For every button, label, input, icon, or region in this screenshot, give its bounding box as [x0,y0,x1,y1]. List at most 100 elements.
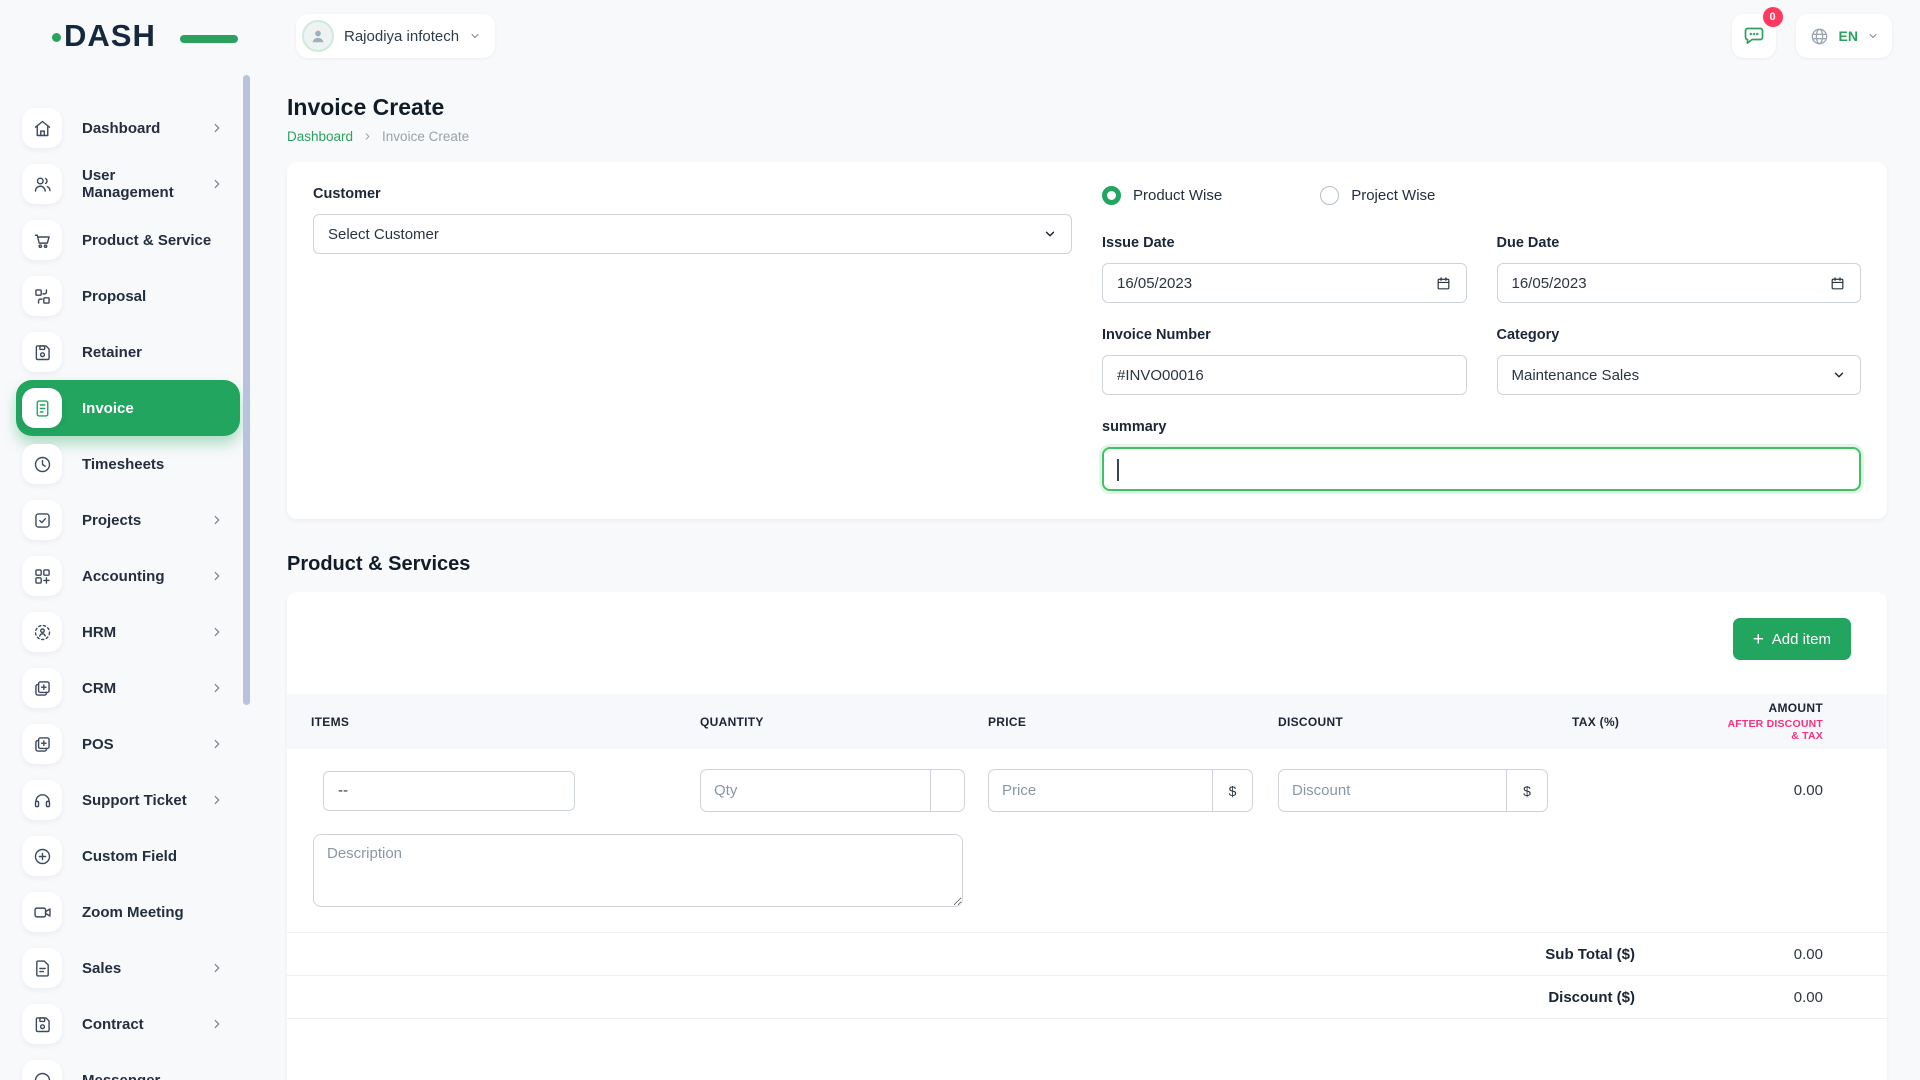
clock-icon [22,444,62,484]
sidebar-item-custom-field[interactable]: Custom Field [16,828,240,884]
header-quantity: QUANTITY [700,715,988,729]
header-discount: DISCOUNT [1278,715,1572,729]
home-icon [22,108,62,148]
chevron-right-icon [210,681,224,695]
category-select[interactable]: Maintenance Sales [1497,355,1862,395]
price-currency-addon: $ [1212,769,1253,812]
sidebar-item-zoom-meeting[interactable]: Zoom Meeting [16,884,240,940]
sidebar-scrollbar[interactable] [243,75,250,705]
add-item-button[interactable]: + Add item [1733,618,1851,660]
chevron-right-icon [210,625,224,639]
customer-column: Customer Select Customer [313,186,1072,491]
brand-name: DASH [64,18,156,54]
workflow-icon [22,276,62,316]
invoice-detail-column: Product Wise Project Wise Issue Date 16/… [1102,186,1861,491]
breadcrumb: Dashboard Invoice Create [287,129,1887,144]
price-input[interactable] [988,769,1212,812]
radio-product-wise[interactable]: Product Wise [1102,186,1222,205]
header-amount: AMOUNT AFTER DISCOUNT & TAX [1722,701,1887,742]
chevron-right-icon [210,177,224,191]
document-icon [22,948,62,988]
radio-project-wise[interactable]: Project Wise [1320,186,1435,205]
page-title: Invoice Create [287,94,1887,121]
quantity-addon [930,769,965,812]
item-row: -- $ $ 0.00 [287,749,1887,834]
sidebar-item-accounting[interactable]: Accounting [16,548,240,604]
cart-icon [22,220,62,260]
sidebar-item-retainer[interactable]: Retainer [16,324,240,380]
chevron-right-icon [210,121,224,135]
sidebar-item-sales[interactable]: Sales [16,940,240,996]
calendar-icon [1829,275,1846,292]
discount-currency-addon: $ [1506,769,1548,812]
company-name: Rajodiya infotech [344,28,459,45]
subtotal-label: Sub Total ($) [1545,946,1635,963]
headphones-icon [22,780,62,820]
top-header: DASH Rajodiya infotech 0 EN [0,0,1920,72]
brand-logo[interactable]: DASH [64,18,196,54]
chat-bubble-icon [1742,24,1766,48]
subtotal-row: Sub Total ($) 0.00 [287,933,1887,976]
floppy-icon [22,332,62,372]
plus-circle-icon [22,836,62,876]
invoice-type-radios: Product Wise Project Wise [1102,186,1861,205]
checkbox-icon [22,500,62,540]
sidebar-item-proposal[interactable]: Proposal [16,268,240,324]
windows-plus-icon [22,668,62,708]
products-section-heading: Product & Services [287,553,1887,576]
subtotal-value: 0.00 [1635,946,1823,963]
due-date-input[interactable]: 16/05/2023 [1497,263,1862,303]
discount-group: $ [1278,769,1572,812]
chat-smiley-icon [22,1060,62,1080]
sidebar-item-dashboard[interactable]: Dashboard [16,100,240,156]
summary-label: summary [1102,419,1861,435]
number-category-row: Invoice Number #INVO00016 Category Maint… [1102,327,1861,395]
chevron-right-icon [210,737,224,751]
chevron-down-icon [1832,368,1846,382]
issue-date-input[interactable]: 16/05/2023 [1102,263,1467,303]
logo-dot-accent [52,33,61,42]
discount-total-row: Discount ($) 0.00 [287,976,1887,1019]
users-icon [22,164,62,204]
sidebar-item-timesheets[interactable]: Timesheets [16,436,240,492]
sidebar-item-crm[interactable]: CRM [16,660,240,716]
video-camera-icon [22,892,62,932]
items-table-header: ITEMS QUANTITY PRICE DISCOUNT TAX (%) AM… [287,694,1887,749]
language-selector[interactable]: EN [1796,14,1892,58]
sidebar-item-support-ticket[interactable]: Support Ticket [16,772,240,828]
dates-row: Issue Date 16/05/2023 Due Date 16/05/202… [1102,235,1861,303]
sidebar-item-contract[interactable]: Contract [16,996,240,1052]
sidebar-item-user-management[interactable]: User Management [16,156,240,212]
row-amount-value: 0.00 [1722,782,1887,799]
sidebar-item-hrm[interactable]: HRM [16,604,240,660]
chevron-down-icon [1867,30,1879,42]
description-textarea[interactable] [313,834,963,907]
item-select[interactable]: -- [323,771,575,811]
sidebar-item-invoice[interactable]: Invoice [16,380,240,436]
discount-total-label: Discount ($) [1548,989,1635,1006]
invoice-number-input[interactable]: #INVO00016 [1102,355,1467,395]
chevron-right-icon [210,961,224,975]
breadcrumb-dashboard-link[interactable]: Dashboard [287,129,353,144]
messages-button[interactable]: 0 [1732,14,1776,58]
chevron-right-icon [210,1017,224,1031]
invoice-file-icon [22,388,62,428]
company-switcher[interactable]: Rajodiya infotech [296,14,495,58]
header-amount-note: AFTER DISCOUNT & TAX [1722,718,1823,742]
sidebar-item-pos[interactable]: POS [16,716,240,772]
chevron-down-icon [469,30,481,42]
sidebar-item-projects[interactable]: Projects [16,492,240,548]
language-code: EN [1839,28,1858,44]
calendar-icon [1435,275,1452,292]
quantity-input[interactable] [700,769,930,812]
sidebar-item-messenger[interactable]: Messenger [16,1052,240,1080]
summary-textarea[interactable] [1102,447,1861,491]
customer-select[interactable]: Select Customer [313,214,1072,254]
windows-plus-icon [22,724,62,764]
discount-input[interactable] [1278,769,1506,812]
sidebar-item-product-service[interactable]: Product & Service [16,212,240,268]
person-dashed-circle-icon [22,612,62,652]
description-row [287,834,1887,933]
customer-label: Customer [313,186,1072,202]
topbar-actions: 0 EN [1732,14,1892,58]
